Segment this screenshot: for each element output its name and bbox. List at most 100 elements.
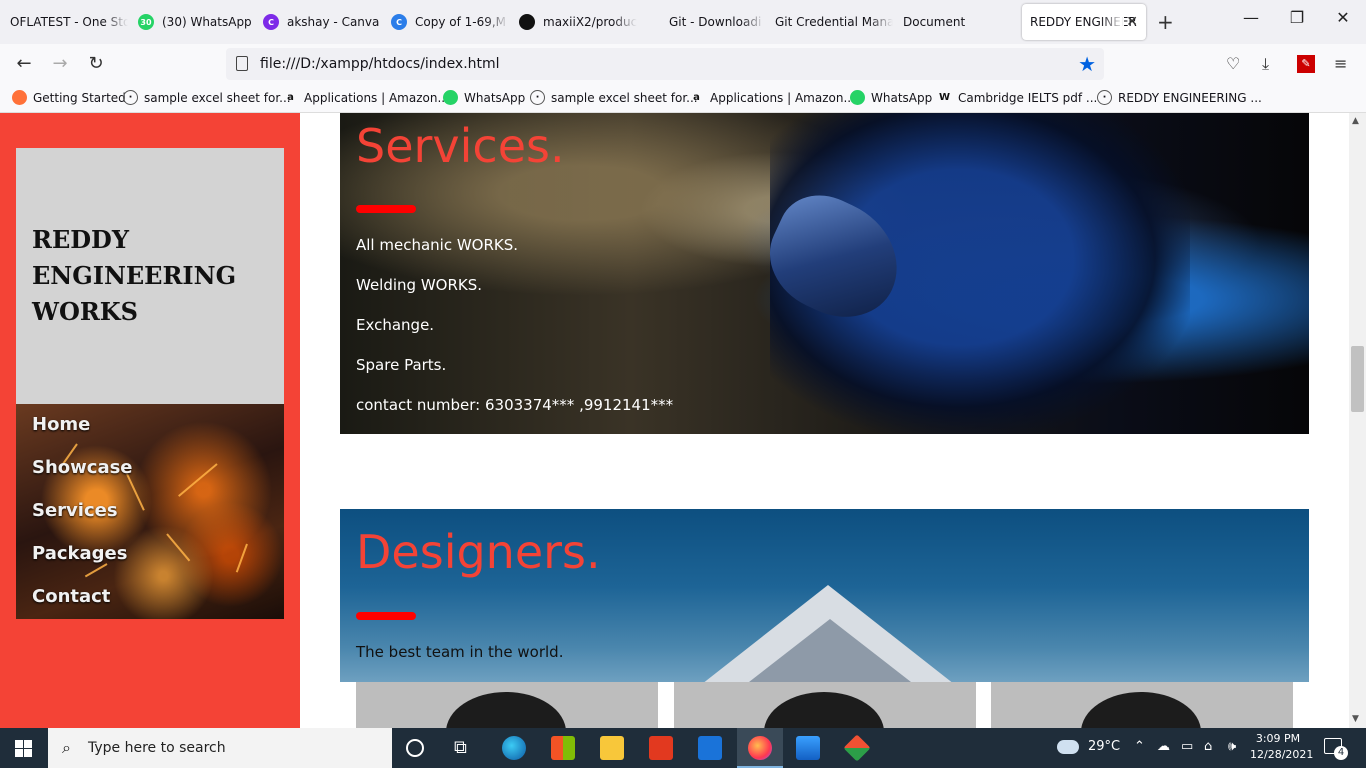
tab[interactable]: C akshay - Canva [253,4,381,40]
maximize-button[interactable]: ❐ [1274,8,1320,27]
clock[interactable]: 3:09 PM 12/28/2021 [1250,731,1313,763]
scroll-down-icon[interactable]: ▼ [1352,714,1359,724]
scroll-up-icon[interactable]: ▲ [1352,116,1359,126]
tab-title: Document [903,15,966,29]
amazon-icon: a [693,92,700,103]
bookmark-item[interactable]: · REDDY ENGINEERING ... [1097,90,1262,105]
downloads-icon[interactable]: ⤓ [1262,54,1269,74]
site-title: REDDY ENGINEERING WORKS [32,222,236,330]
services-title: Services. [356,119,565,173]
bookmark-item[interactable]: · sample excel sheet for... [530,90,698,105]
task-view-icon[interactable]: ⧉ [454,737,467,758]
url-bar[interactable]: file:///D:/xampp/htdocs/index.html ★ [226,48,1104,80]
pocket-icon[interactable]: ♡ [1226,54,1240,73]
bookmark-item[interactable]: a Applications | Amazon... [283,90,449,105]
battery-icon[interactable]: ▭ [1181,739,1193,754]
volume-icon[interactable]: 🕪 [1228,739,1236,754]
team-photo [991,682,1293,728]
nav-contact[interactable]: Contact [32,586,110,607]
bookmark-item[interactable]: W Cambridge IELTS pdf ... [937,90,1097,105]
bookmark-item[interactable]: a Applications | Amazon... [689,90,855,105]
bookmark-item[interactable]: · sample excel sheet for... [123,90,291,105]
spark-decoration [178,463,218,497]
nav-home[interactable]: Home [32,414,90,435]
forward-button[interactable]: → [48,53,72,74]
extension-icon[interactable]: ✎ [1297,55,1315,73]
store-icon[interactable] [551,736,575,760]
amazon-icon: a [287,92,294,103]
service-item: Welding WORKS. [356,276,483,294]
nav-services[interactable]: Services [32,500,118,521]
whatsapp-icon [443,90,458,105]
firefox-icon [12,90,27,105]
whatsapp-icon: 30 [138,14,154,30]
notification-count: 4 [1334,746,1348,760]
canva-icon: C [391,14,407,30]
edge-icon[interactable] [502,736,526,760]
bookmark-item[interactable]: WhatsApp [443,90,525,105]
new-tab-button[interactable]: + [1157,10,1174,34]
scrollbar-thumb[interactable] [1351,346,1364,412]
menu-icon[interactable]: ≡ [1334,54,1347,73]
close-tab-icon[interactable]: ✕ [1126,14,1138,30]
site-title-line: WORKS [32,297,138,326]
nav-showcase[interactable]: Showcase [32,457,133,478]
back-button[interactable]: ← [12,53,36,74]
tab[interactable]: OFLATEST - One Sto [0,4,128,40]
firefox-taskbar-button[interactable] [737,728,783,768]
tab[interactable]: 30 (30) WhatsApp [128,4,253,40]
cortana-icon[interactable] [406,739,424,757]
tab[interactable]: maxiiX2/produc [509,4,637,40]
tab[interactable]: C Copy of 1-69,M [381,4,509,40]
bookmark-item[interactable]: WhatsApp [850,90,932,105]
windows-start-icon[interactable] [15,740,32,757]
nav-packages[interactable]: Packages [32,543,127,564]
weather-temp[interactable]: 29°C [1088,739,1120,754]
network-icon[interactable]: ⌂ [1204,739,1212,754]
team-photo [674,682,976,728]
windows-taskbar: ⌕ Type here to search ⧉ 29°C ⌃ ☁ ▭ ⌂ 🕪 3… [0,728,1366,768]
globe-icon: · [123,90,138,105]
close-window-button[interactable]: ✕ [1320,8,1366,27]
person-image [1081,692,1201,728]
spark-decoration [235,543,248,573]
tab-active[interactable]: REDDY ENGINEER ✕ [1022,4,1146,40]
file-explorer-icon[interactable] [600,736,624,760]
navigation-toolbar: ← → ↻ file:///D:/xampp/htdocs/index.html… [0,44,1366,84]
page-icon [236,56,248,71]
team-photo [356,682,658,728]
designers-title: Designers. [356,525,601,579]
git-icon[interactable] [843,734,871,762]
search-placeholder: Type here to search [88,740,226,756]
tab-title: akshay - Canva [287,15,380,29]
page-scrollbar[interactable]: ▲ ▼ [1349,113,1366,728]
contact-number: contact number: 6303374*** ,9912141*** [356,396,674,414]
canva-icon: C [263,14,279,30]
minimize-button[interactable]: — [1228,8,1274,27]
bookmark-item[interactable]: Getting Started [12,90,126,105]
site-title-line: ENGINEERING [32,261,237,290]
w-icon: W [938,92,951,103]
sidebar: REDDY ENGINEERING WORKS Home Showcase Se… [0,113,300,728]
globe-icon: · [1097,90,1112,105]
mountain-image [740,619,920,682]
service-item: Exchange. [356,316,435,334]
bookmark-star-icon[interactable]: ★ [1078,52,1096,76]
cloud-icon[interactable]: ☁ [1157,739,1170,754]
designers-section: Designers. The best team in the world. [340,509,1309,682]
tab-strip: OFLATEST - One Sto 30 (30) WhatsApp C ak… [0,0,1366,44]
tab[interactable]: Git Credential Mana [765,4,893,40]
office-icon[interactable] [649,736,673,760]
weather-icon[interactable] [1057,740,1079,754]
chevron-up-icon[interactable]: ⌃ [1134,739,1145,754]
service-item: Spare Parts. [356,356,447,374]
tab[interactable]: Git - Downloadi [637,4,765,40]
github-icon [519,14,535,30]
title-underline [356,612,416,620]
photos-icon[interactable] [796,736,820,760]
mail-icon[interactable] [698,736,722,760]
tab[interactable]: Document [893,4,1021,40]
reload-button[interactable]: ↻ [84,53,108,74]
firefox-icon [748,736,772,760]
taskbar-search[interactable]: ⌕ Type here to search [48,728,392,768]
